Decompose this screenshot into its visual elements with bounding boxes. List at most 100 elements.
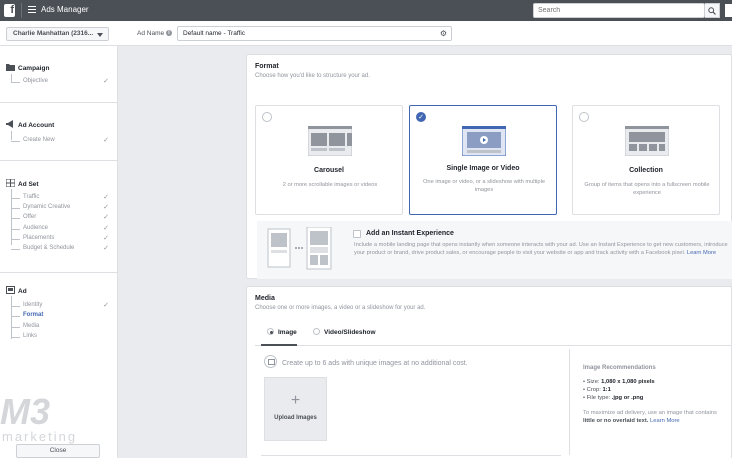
checkmark-icon: ✓	[103, 214, 109, 221]
megaphone-icon	[6, 120, 13, 128]
collection-illustration-icon	[625, 126, 669, 156]
sidebar-ad-header[interactable]: Ad	[6, 286, 27, 295]
instant-experience-illustration-icon	[267, 227, 332, 270]
checkmark-icon: ✓	[103, 302, 109, 309]
top-bar: f Ads Manager	[0, 0, 732, 21]
topbar-more-button[interactable]	[725, 4, 732, 17]
image-icon	[264, 355, 277, 368]
sidebar-item-placements[interactable]: Placements ✓	[11, 235, 111, 242]
sidebar: Campaign Objective ✓ Ad Account Create Ne…	[0, 46, 118, 458]
rec-size: • Size: 1,080 x 1,080 pixels	[583, 379, 655, 385]
sidebar-item-dynamic-creative[interactable]: Dynamic Creative ✓	[11, 204, 111, 211]
format-subtitle: Choose how you'd like to structure your …	[255, 73, 370, 79]
sidebar-section-campaign: Campaign Objective ✓	[0, 46, 118, 103]
svg-text:M3: M3	[0, 391, 50, 432]
checkmark-icon: ✓	[103, 225, 109, 232]
checkmark-icon: ✓	[103, 204, 109, 211]
info-icon[interactable]: i	[166, 30, 172, 36]
gear-icon[interactable]: ⚙	[440, 29, 447, 38]
media-panel: Media Choose one or more images, a video…	[246, 286, 732, 458]
ad-header-bar: Charlie Manhattan (2316... Ad Name i Def…	[0, 21, 732, 46]
recommendations-divider	[569, 349, 570, 455]
checkmark-icon: ✓	[103, 235, 109, 242]
search-box[interactable]	[533, 3, 705, 18]
format-option-collection[interactable]: Collection Group of items that opens int…	[572, 105, 720, 215]
facebook-logo-icon[interactable]: f	[4, 4, 15, 17]
sidebar-item-offer[interactable]: Offer ✓	[11, 214, 111, 221]
learn-more-link[interactable]: Learn More	[687, 250, 716, 256]
sidebar-item-budget-schedule[interactable]: Budget & Schedule ✓	[11, 245, 111, 252]
topbar-divider	[21, 3, 22, 18]
hamburger-menu-icon[interactable]	[28, 6, 36, 14]
instant-experience-checkbox[interactable]	[353, 230, 361, 238]
sidebar-item-audience[interactable]: Audience ✓	[11, 225, 111, 232]
sidebar-ad-set-header[interactable]: Ad Set	[6, 179, 39, 188]
format-option-desc: 2 or more scrollable images or videos	[282, 182, 378, 188]
sidebar-item-format[interactable]: Format	[11, 312, 111, 318]
chevron-down-icon	[97, 33, 103, 37]
sidebar-section-ad-set: Ad Set Traffic ✓ Dynamic Creative ✓ Offer ✓…	[0, 161, 118, 273]
carousel-illustration-icon	[308, 126, 352, 156]
sidebar-item-identity[interactable]: Identity ✓	[11, 302, 111, 309]
rec-crop: • Crop: 1:1	[583, 387, 611, 393]
checkmark-icon: ✓	[103, 245, 109, 252]
format-option-carousel[interactable]: Carousel 2 or more scrollable images or …	[255, 105, 403, 215]
learn-more-link[interactable]: Learn More	[650, 418, 680, 424]
ad-name-label: Ad Name	[137, 30, 165, 37]
format-option-title: Carousel	[314, 167, 344, 174]
radio-button[interactable]	[262, 112, 272, 122]
format-title: Format	[255, 63, 279, 70]
radio-button-checked	[267, 328, 274, 335]
instant-experience-title: Add an Instant Experience	[366, 230, 454, 237]
close-button[interactable]: Close	[16, 444, 100, 458]
app-title: Ads Manager	[41, 5, 89, 14]
image-recommendations: Image Recommendations • Size: 1,080 x 1,…	[583, 365, 728, 425]
search-icon	[708, 7, 716, 15]
sidebar-section-ad: Ad Identity ✓ Format Media Links	[0, 273, 118, 366]
media-subtitle: Choose one or more images, a video or a …	[255, 305, 426, 311]
account-name: Charlie Manhattan (2316...	[13, 30, 94, 37]
active-tab-indicator	[261, 344, 297, 346]
single-image-illustration-icon	[462, 126, 506, 156]
format-option-title: Collection	[629, 167, 663, 174]
instant-experience-section: Add an Instant Experience Include a mobi…	[257, 221, 732, 279]
create-ads-note: Create up to 6 ads with unique images at…	[264, 355, 468, 368]
tab-video-slideshow[interactable]: Video/Slideshow	[313, 328, 376, 336]
radio-button-checked[interactable]: ✓	[416, 112, 426, 122]
svg-text:marketing: marketing	[2, 429, 77, 444]
ad-name-value: Default name - Traffic	[183, 30, 246, 37]
sidebar-item-links[interactable]: Links	[11, 333, 111, 339]
media-title: Media	[255, 295, 275, 302]
checkmark-icon: ✓	[103, 78, 109, 85]
sidebar-item-traffic[interactable]: Traffic ✓	[11, 194, 111, 201]
tab-divider	[255, 345, 731, 346]
rec-note: To maximize ad delivery, use an image th…	[583, 410, 717, 424]
tab-image[interactable]: Image	[267, 328, 297, 336]
format-option-desc: Group of items that opens into a fullscr…	[584, 182, 710, 196]
format-option-desc: One image or video, or a slideshow with …	[422, 179, 546, 193]
folder-icon	[6, 64, 15, 71]
ad-name-input[interactable]: Default name - Traffic ⚙	[177, 26, 452, 41]
radio-button[interactable]	[579, 112, 589, 122]
sidebar-section-ad-account: Ad Account Create New ✓	[0, 103, 118, 161]
format-option-title: Single Image or Video	[446, 165, 520, 172]
sidebar-item-objective[interactable]: Objective ✓	[11, 78, 111, 85]
ad-square-icon	[6, 286, 15, 294]
search-input[interactable]	[534, 4, 694, 17]
media-bottom-divider	[261, 455, 561, 456]
sidebar-campaign-header[interactable]: Campaign	[6, 63, 49, 72]
recommendations-title: Image Recommendations	[583, 365, 656, 371]
sidebar-item-media[interactable]: Media	[11, 323, 111, 329]
radio-button	[313, 328, 320, 335]
account-selector[interactable]: Charlie Manhattan (2316...	[6, 27, 109, 41]
grid-icon	[6, 179, 15, 187]
search-button[interactable]	[705, 3, 720, 18]
format-panel: Format Choose how you'd like to structur…	[246, 54, 732, 279]
upload-images-label: Upload Images	[274, 415, 317, 421]
sidebar-item-create-new[interactable]: Create New ✓	[11, 137, 111, 144]
instant-experience-desc: Include a mobile landing page that opens…	[354, 242, 728, 257]
plus-icon: +	[290, 392, 301, 409]
upload-images-button[interactable]: + Upload Images	[264, 377, 327, 441]
format-option-single-image-video[interactable]: ✓ Single Image or Video One image or vid…	[409, 105, 557, 215]
sidebar-ad-account-header[interactable]: Ad Account	[6, 120, 54, 129]
